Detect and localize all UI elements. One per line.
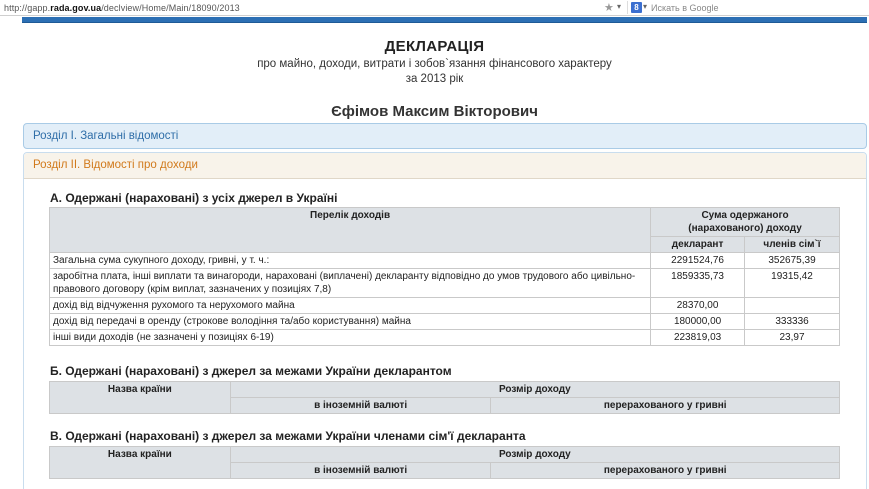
part-c-title: В. Одержані (нараховані) з джерел за меж… bbox=[50, 429, 526, 443]
declarant-value: 1859335,73 bbox=[650, 268, 746, 298]
income-table-abroad-declarant: Назва країни Розмір доходу в іноземній в… bbox=[49, 381, 841, 414]
col-header-family: членів сім`ї bbox=[744, 236, 840, 253]
row-label: дохід від відчуження рухомого та нерухом… bbox=[48, 297, 652, 314]
section-1-title[interactable]: Розділ I. Загальні відомості bbox=[33, 130, 178, 142]
search-engine-dropdown-icon[interactable]: ▾ bbox=[643, 2, 647, 11]
declarant-value: 28370,00 bbox=[650, 297, 746, 314]
col-header-country: Назва країни bbox=[49, 381, 231, 414]
url-prefix: http://gapp. bbox=[4, 3, 51, 13]
row-label: інші види доходів (не зазначені у позиці… bbox=[48, 329, 652, 346]
family-value: 23,97 bbox=[744, 329, 840, 346]
row-label: Загальна сума сукупного доходу, гривні, … bbox=[48, 252, 652, 269]
url-text[interactable]: http://gapp.rada.gov.ua/declview/Home/Ma… bbox=[4, 3, 240, 13]
col-header-uah: перерахованого у гривні bbox=[490, 397, 840, 414]
col-header-declarant: декларант bbox=[650, 236, 746, 253]
family-value: 19315,42 bbox=[744, 268, 840, 298]
table-row: дохід від передачі в оренду (строкове во… bbox=[48, 313, 840, 330]
search-engine-icon[interactable]: 8 bbox=[631, 2, 642, 13]
declarant-value: 2291524,76 bbox=[650, 252, 746, 269]
income-table-abroad-family: Назва країни Розмір доходу в іноземній в… bbox=[49, 446, 841, 479]
search-box[interactable]: 8 ▾ Искать в Google bbox=[627, 1, 865, 14]
family-value: 352675,39 bbox=[744, 252, 840, 269]
table-header-row: Назва країни Розмір доходу bbox=[49, 381, 841, 414]
income-table-ukraine: Перелік доходів Сума одержаного (нарахов… bbox=[48, 207, 840, 346]
row-label: заробітна плата, інші виплати та винагор… bbox=[48, 268, 652, 298]
table-header-row: Назва країни Розмір доходу bbox=[49, 446, 841, 479]
family-value bbox=[744, 297, 840, 314]
col-header-foreign-currency: в іноземній валюті bbox=[229, 397, 492, 414]
col-header-income-sum: Сума одержаного (нарахованого) доходу bbox=[650, 207, 840, 237]
col-header-income-size: Розмір доходу bbox=[229, 446, 841, 463]
site-header-band bbox=[22, 17, 867, 23]
col-header-income-list: Перелік доходів bbox=[48, 207, 652, 253]
accordion-section-1[interactable]: Розділ I. Загальні відомості bbox=[23, 123, 867, 149]
table-row: дохід від відчуження рухомого та нерухом… bbox=[48, 297, 840, 314]
section-2-title[interactable]: Розділ II. Відомості про доходи bbox=[33, 159, 198, 171]
table-header-row: Перелік доходів Сума одержаного (нарахов… bbox=[48, 207, 840, 253]
url-path: /declview/Home/Main/18090/2013 bbox=[101, 3, 240, 13]
col-header-income-size: Розмір доходу bbox=[229, 381, 841, 398]
bookmark-star-icon[interactable]: ★ bbox=[604, 1, 614, 14]
part-b-title: Б. Одержані (нараховані) з джерел за меж… bbox=[50, 364, 452, 378]
col-header-foreign-currency: в іноземній валюті bbox=[229, 462, 492, 479]
browser-address-bar[interactable]: http://gapp.rada.gov.ua/declview/Home/Ma… bbox=[0, 0, 869, 16]
table-row: Загальна сума сукупного доходу, гривні, … bbox=[48, 252, 840, 269]
table-row: заробітна плата, інші виплати та винагор… bbox=[48, 268, 840, 298]
url-dropdown-icon[interactable]: ▾ bbox=[617, 2, 621, 11]
search-placeholder[interactable]: Искать в Google bbox=[651, 3, 719, 13]
url-domain: rada.gov.ua bbox=[50, 3, 102, 13]
table-row: інші види доходів (не зазначені у позиці… bbox=[48, 329, 840, 346]
col-header-country: Назва країни bbox=[49, 446, 231, 479]
section-2-header[interactable]: Розділ II. Відомості про доходи bbox=[24, 153, 866, 179]
col-header-uah: перерахованого у гривні bbox=[490, 462, 840, 479]
declaration-title: ДЕКЛАРАЦІЯ bbox=[384, 38, 485, 55]
declarant-value: 180000,00 bbox=[650, 313, 746, 330]
family-value: 333336 bbox=[744, 313, 840, 330]
row-label: дохід від передачі в оренду (строкове во… bbox=[48, 313, 652, 330]
person-name: Єфімов Максим Вікторович bbox=[331, 103, 538, 120]
declaration-year: за 2013 рік bbox=[405, 73, 464, 85]
declarant-value: 223819,03 bbox=[650, 329, 746, 346]
declaration-subtitle: про майно, доходи, витрати і зобов`язанн… bbox=[257, 58, 612, 70]
part-a-title: А. Одержані (нараховані) з усіх джерел в… bbox=[50, 191, 338, 205]
